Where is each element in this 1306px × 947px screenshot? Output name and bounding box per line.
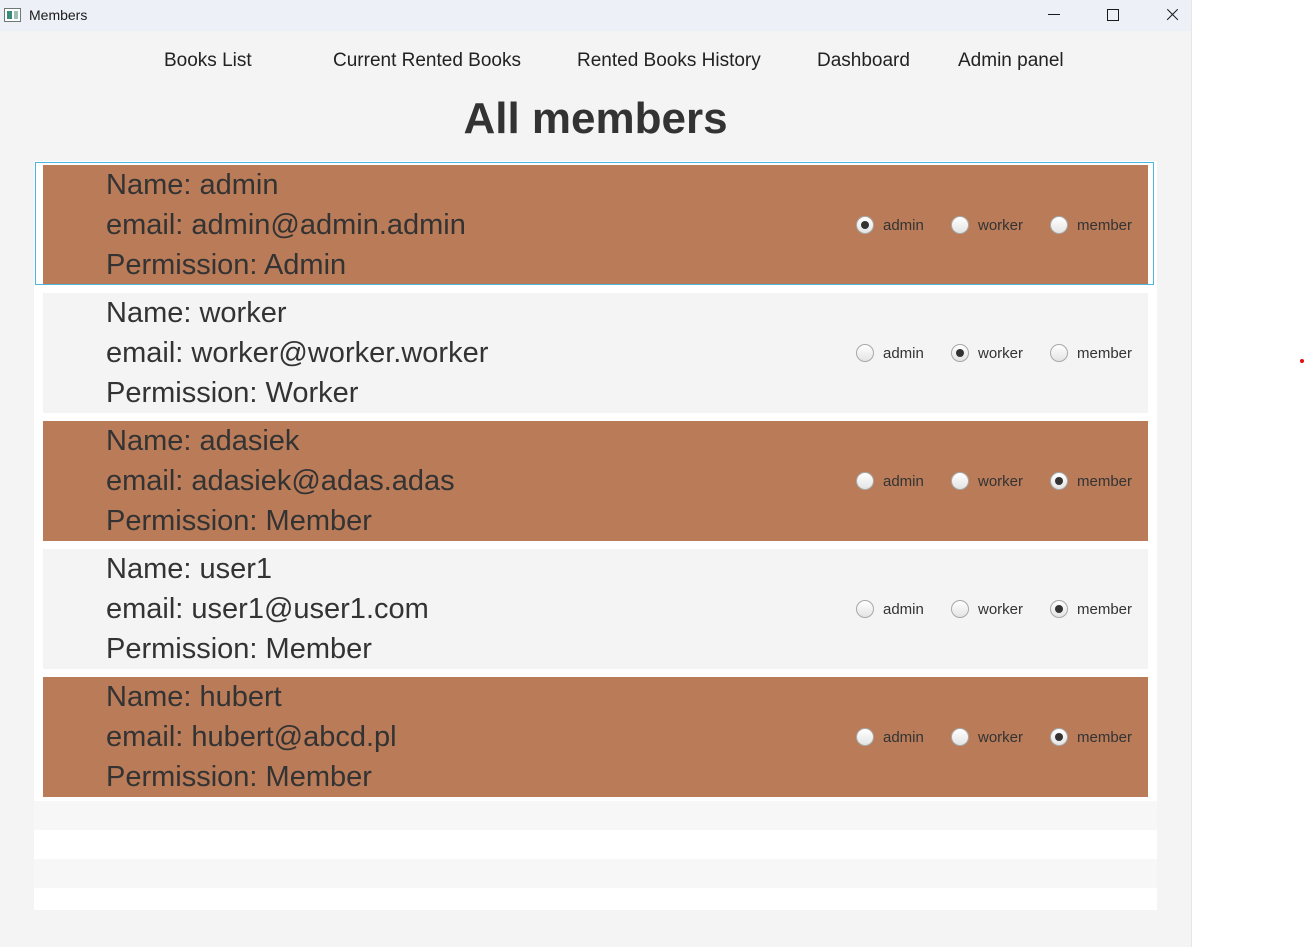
role-radio-label: worker [978, 473, 1024, 490]
member-email: email: adasiek@adas.adas [106, 465, 455, 497]
radio-circle-icon[interactable] [951, 216, 969, 234]
role-radio-label: member [1077, 601, 1133, 618]
nav-books-list[interactable]: Books List [164, 50, 252, 76]
member-email: email: worker@worker.worker [106, 337, 489, 369]
member-permission: Permission: Member [106, 761, 372, 793]
radio-circle-icon[interactable] [951, 344, 969, 362]
role-radio-label: worker [978, 345, 1024, 362]
members-window: Members Books List Current Rented Books … [0, 0, 1192, 947]
radio-circle-icon[interactable] [951, 728, 969, 746]
member-name: Name: adasiek [106, 425, 300, 457]
minimize-icon[interactable] [1031, 0, 1077, 31]
radio-circle-icon[interactable] [856, 472, 874, 490]
role-radio-label: member [1077, 729, 1133, 746]
member-permission: Permission: Worker [106, 377, 359, 409]
role-radio-label: admin [883, 473, 924, 490]
role-radio-label: admin [883, 217, 924, 234]
radio-circle-icon[interactable] [856, 600, 874, 618]
radio-circle-icon[interactable] [1050, 600, 1068, 618]
member-email: email: admin@admin.admin [106, 209, 466, 241]
member-row[interactable]: Name: user1 email: user1@user1.com Permis… [43, 549, 1148, 669]
radio-circle-icon[interactable] [951, 600, 969, 618]
role-radio-label: worker [978, 601, 1024, 618]
window-title: Members [29, 7, 88, 23]
role-radio-label: worker [978, 729, 1024, 746]
nav-rented-books-history[interactable]: Rented Books History [577, 50, 761, 76]
role-radio-label: admin [883, 345, 924, 362]
member-email: email: user1@user1.com [106, 593, 429, 625]
radio-circle-icon[interactable] [856, 344, 874, 362]
empty-list-row [34, 859, 1157, 888]
nav-current-rented-books[interactable]: Current Rented Books [333, 50, 521, 76]
page-title: All members [463, 94, 728, 143]
empty-list-row [34, 888, 1157, 910]
role-radio-label: member [1077, 345, 1133, 362]
member-permission: Permission: Member [106, 633, 372, 665]
role-radio-label: member [1077, 473, 1133, 490]
member-row[interactable]: Name: admin email: admin@admin.admin Perm… [43, 165, 1148, 285]
member-name: Name: hubert [106, 681, 282, 713]
member-row[interactable]: Name: hubert email: hubert@abcd.pl Permis… [43, 677, 1148, 797]
radio-circle-icon[interactable] [951, 472, 969, 490]
member-permission: Permission: Admin [106, 249, 347, 281]
role-radio-label: member [1077, 217, 1133, 234]
radio-circle-icon[interactable] [1050, 728, 1068, 746]
role-radio-label: admin [883, 729, 924, 746]
member-permission: Permission: Member [106, 505, 372, 537]
member-row[interactable]: Name: adasiek email: adasiek@adas.adas Pe… [43, 421, 1148, 541]
close-icon[interactable] [1149, 0, 1195, 31]
role-radio-label: admin [883, 601, 924, 618]
title-bar[interactable]: Members [0, 0, 1191, 31]
maximize-icon[interactable] [1090, 0, 1136, 31]
member-row[interactable]: Name: worker email: worker@worker.worker… [43, 293, 1148, 413]
radio-circle-icon[interactable] [1050, 344, 1068, 362]
member-email: email: hubert@abcd.pl [106, 721, 397, 753]
radio-circle-icon[interactable] [856, 216, 874, 234]
member-name: Name: admin [106, 169, 279, 201]
member-name: Name: worker [106, 297, 287, 329]
member-name: Name: user1 [106, 553, 273, 585]
radio-circle-icon[interactable] [1050, 216, 1068, 234]
role-radio-label: worker [978, 217, 1024, 234]
cursor-dot [1300, 359, 1304, 363]
nav-dashboard[interactable]: Dashboard [817, 50, 910, 76]
app-icon [4, 8, 21, 22]
radio-circle-icon[interactable] [1050, 472, 1068, 490]
radio-circle-icon[interactable] [856, 728, 874, 746]
nav-admin-panel[interactable]: Admin panel [958, 50, 1064, 76]
empty-list-row [34, 830, 1157, 859]
empty-list-row [34, 801, 1157, 830]
